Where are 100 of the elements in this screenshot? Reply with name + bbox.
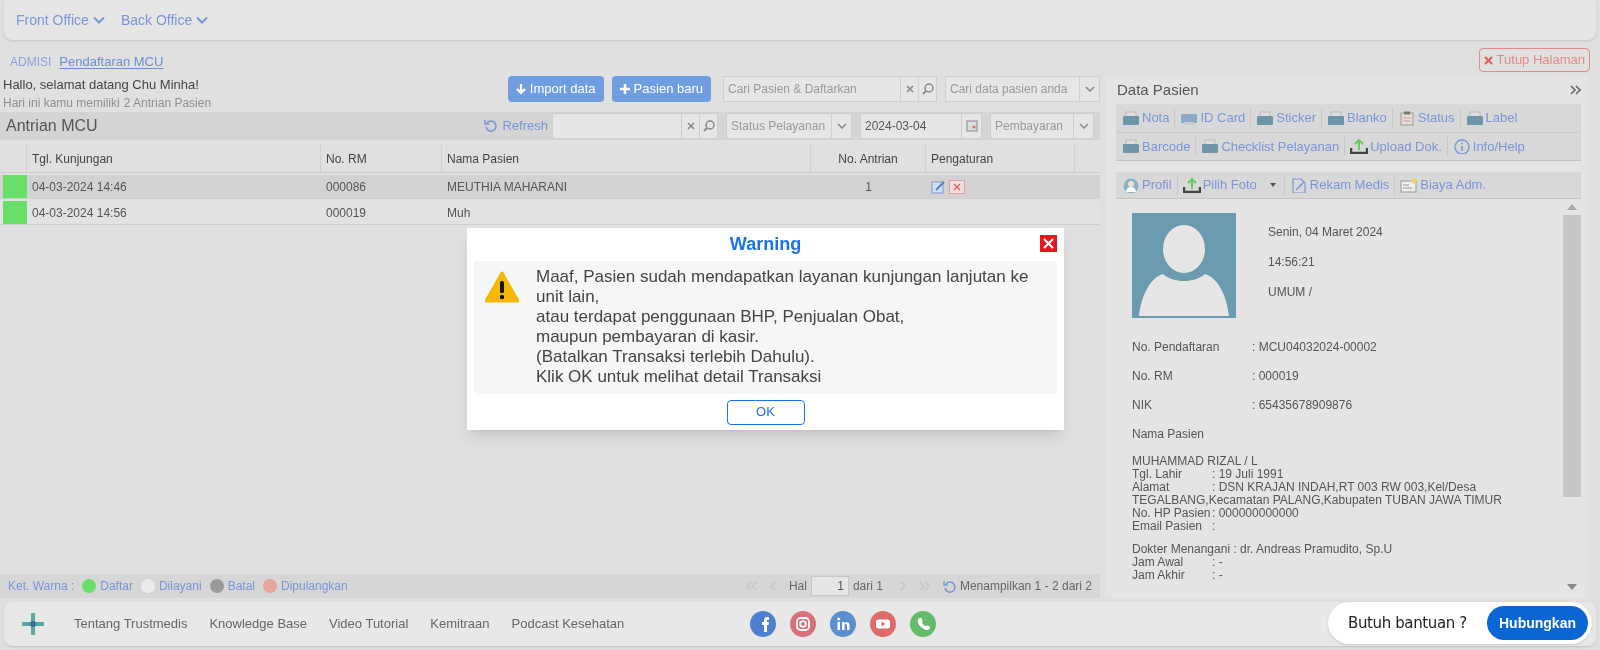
table-row[interactable]: 04-03-2024 14:56 000019 Muh [0, 201, 1100, 225]
chevron-down-icon [92, 16, 105, 24]
nav-menu[interactable]: Front Office [16, 9, 105, 31]
add-patient-button[interactable]: Pasien baru [611, 76, 711, 102]
connect-button[interactable]: Hubungkan [1487, 606, 1588, 640]
toolbar-button[interactable]: Profil [1117, 175, 1178, 195]
social-media-icon[interactable] [790, 611, 817, 637]
visit-date: Senin, 04 Maret 2024 [1268, 224, 1383, 241]
field-label: NIK [1132, 397, 1153, 414]
printer-icon [1256, 110, 1275, 126]
table-cell-text: 000019 [326, 204, 367, 222]
table-cell-text: 000086 [326, 178, 367, 196]
printer-icon [1465, 110, 1484, 126]
chevron-down-icon [1084, 86, 1095, 92]
ok-button[interactable]: OK [726, 399, 805, 425]
person-icon [1122, 177, 1140, 193]
page-label: Hal [788, 578, 807, 595]
queue-count: 2 Antrian Pasien [123, 95, 212, 112]
social-media-icon[interactable] [870, 611, 897, 637]
refresh-icon [484, 119, 499, 133]
table-row[interactable]: 04-03-2024 14:46 000086 MEUTHIA MAHARANI 1 [0, 175, 1100, 199]
patient-name: MUHAMMAD RIZAL / L [1132, 455, 1259, 468]
printer-icon [1327, 110, 1345, 126]
toolbar-button[interactable]: Biaya Adm. [1395, 175, 1492, 195]
edit-icon [931, 179, 947, 194]
clear-icon [905, 85, 914, 93]
toolbar-button[interactable]: Barcode [1117, 136, 1197, 157]
toolbar-button[interactable]: Label [1460, 108, 1523, 128]
toolbar-button[interactable]: Nota [1117, 108, 1176, 128]
clear-icon [686, 122, 695, 130]
field-value: : 65435678909876 [1252, 397, 1353, 414]
toolbar-button[interactable]: Blanko [1322, 108, 1393, 128]
receipt-icon [1400, 177, 1419, 193]
patient-lookup-field[interactable]: Cari data pasien anda [945, 76, 1080, 102]
printer-icon [1122, 110, 1140, 126]
table-cell-text: MEUTHIA MAHARANI [447, 178, 567, 196]
toolbar-button[interactable]: Status [1392, 108, 1461, 128]
status-filter[interactable]: Status Pelayanan [726, 113, 832, 139]
refresh-button[interactable]: Refresh [484, 116, 548, 136]
info-icon [1452, 139, 1471, 154]
upload-icon [1350, 139, 1369, 154]
search-icon [921, 83, 934, 95]
detail-line: Alamat : DSN KRAJAN INDAH,RT 003 RW 003,Kel/Desa TEGALBANG,Kecamatan PALANG,Kabupaten TUBAN JAWA TIMUR [1132, 481, 1503, 507]
footer-link[interactable]: Kemitraan [430, 614, 490, 634]
column-header: Pengaturan [926, 145, 1075, 172]
refresh-icon [942, 579, 956, 593]
close-icon [1043, 238, 1054, 249]
search-icon [702, 120, 715, 132]
social-media-icon[interactable] [910, 611, 937, 637]
payment-filter[interactable]: Pembayaran [990, 113, 1074, 139]
nav-menu[interactable]: Back Office [120, 9, 209, 31]
calendar-icon [965, 120, 978, 132]
plus-icon [619, 84, 630, 94]
toolbar-button[interactable]: Pilih Foto [1177, 175, 1285, 195]
footer-link[interactable]: Tentang Trustmedis [74, 614, 188, 634]
detail-line: No. HP Pasien: 000000000000 [1132, 507, 1299, 520]
detail-line: Tgl. Lahir : 19 Juli 1991 [1132, 468, 1285, 481]
toolbar-button[interactable]: Info/Help [1447, 136, 1530, 157]
payer-type: UMUM / [1268, 284, 1313, 301]
social-media-icon[interactable] [830, 611, 857, 637]
arrow-down-icon [515, 83, 526, 95]
clipboard-icon [1397, 110, 1416, 126]
warning-icon [485, 271, 519, 303]
close-page-button[interactable]: Tutup Halaman [1478, 48, 1590, 72]
footer-link[interactable]: Podcast Kesehatan [511, 614, 625, 634]
field-label: No. Pendaftaran [1132, 339, 1221, 356]
detail-line: Email Pasien : [1132, 520, 1217, 533]
patient-search-field[interactable]: Cari Pasien & Daftarkan [723, 76, 901, 102]
document-edit-icon [1289, 177, 1308, 193]
close-button[interactable] [1040, 235, 1057, 252]
field-label: No. RM [1132, 368, 1174, 385]
toolbar-button[interactable]: Sticker [1251, 108, 1322, 128]
detail-line: Jam Awal : - [1132, 556, 1223, 569]
toolbar-button[interactable]: Checklist Pelayanan [1196, 136, 1346, 157]
table-cell-text: Muh [447, 204, 471, 222]
column-header: No. Antrian [811, 145, 926, 172]
footer-link[interactable]: Knowledge Base [209, 614, 308, 634]
breadcrumb-link[interactable]: ADMISI [10, 53, 52, 71]
field-value: : MCU04032024-00002 [1252, 339, 1377, 356]
chevron-down-icon [1078, 123, 1089, 129]
summary-text: Hari ini kamu memiliki [3, 95, 120, 112]
import-button[interactable]: Import data [507, 76, 604, 102]
toolbar-button[interactable]: Upload Dok. [1345, 136, 1448, 157]
social-media-icon[interactable] [750, 611, 777, 637]
toolbar-button[interactable]: Rekam Medis [1284, 175, 1396, 195]
toolbar-button[interactable]: ID Card [1175, 108, 1252, 128]
dialog-title: Warning [729, 233, 802, 256]
chevron-down-icon [196, 16, 209, 24]
help-text: Butuh bantuan ? [1348, 612, 1467, 634]
breadcrumb-link[interactable]: Pendaftaran MCU [59, 52, 164, 72]
legend-label: Ket. Warna : [8, 578, 75, 595]
date-field[interactable]: 2024-03-04 [860, 113, 962, 139]
dialog-message: Maaf, Pasien sudah mendapatkan layanan kunjungan lanjutan ke unit lain, atau terdapat penggunaan BHP, Penjualan Obat, maupun pembayaran di kasir. (Batalkan Transaksi terlebih Dahulu). Klik OK untuk melihat detail Transaksi [536, 267, 1030, 388]
legend-text: Batal [227, 578, 255, 595]
panel-title: Data Pasien [1117, 79, 1199, 100]
footer-link[interactable]: Video Tutorial [329, 614, 409, 634]
page-field[interactable]: 1 [810, 576, 849, 596]
queue-title: Antrian MCU [6, 116, 99, 136]
table-cell-text: 1 [865, 178, 872, 196]
greeting-text: Hallo, selamat datang Chu Minha! [3, 76, 200, 94]
